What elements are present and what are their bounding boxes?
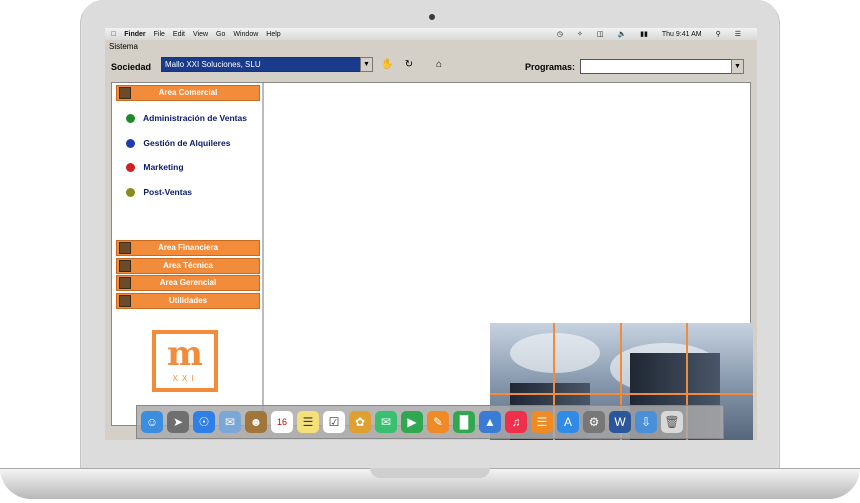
menu-sistema[interactable]: Sistema — [109, 42, 138, 51]
finder-icon[interactable]: ☺ — [141, 411, 163, 433]
sociedad-label: Sociedad — [111, 62, 152, 72]
music-icon[interactable]: ♫ — [505, 411, 527, 433]
area-label: Area Técnica — [163, 261, 213, 270]
cloud — [510, 333, 600, 373]
menu-file[interactable]: File — [154, 31, 165, 38]
sociedad-select[interactable]: Mallo XXI Soluciones, SLU — [161, 57, 373, 72]
refresh-icon[interactable]: ↻ — [403, 59, 415, 71]
programas-label: Programas: — [525, 62, 576, 72]
utilidades-button[interactable]: Utilidades — [116, 293, 260, 309]
sidebar-item-label: Administración de Ventas — [143, 113, 247, 123]
pages-icon[interactable]: ✎ — [427, 411, 449, 433]
sidebar-item-label: Marketing — [143, 162, 184, 172]
dock: ☺ ➤ ☉ ✉ ☻ 16 ☰ ☑ ✿ ✉ ▶ ✎ █ ▲ ♫ ☰ A ⚙ W ⇩… — [136, 405, 724, 439]
area-financiera-button[interactable]: Area Financiera — [116, 240, 260, 256]
apple-icon[interactable]:  — [111, 31, 116, 38]
grid-line — [490, 393, 753, 395]
logo-letter: m — [167, 334, 203, 374]
books-icon[interactable]: ☰ — [531, 411, 553, 433]
messages-icon[interactable]: ✉ — [375, 411, 397, 433]
area-label: Utilidades — [168, 296, 208, 305]
area-gerencial-button[interactable]: Area Gerencial — [116, 275, 260, 291]
time-machine-icon[interactable]: ◷ — [557, 30, 563, 38]
volume-icon[interactable]: 🔈 — [617, 30, 626, 38]
sidebar-item-label: Post-Ventas — [143, 187, 193, 197]
menu-window[interactable]: Window — [233, 31, 258, 38]
sidebar-item-ventas[interactable]: Administración de Ventas — [126, 113, 247, 124]
company-logo: m XXI — [152, 330, 218, 392]
menubar-status: ◷ ✧ ◫ 🔈 ▮▮ Thu 9:41 AM ⚲ ☰ — [557, 28, 749, 40]
hand-icon[interactable]: ✋ — [381, 59, 393, 71]
sidebar-item-alquileres[interactable]: Gestión de Alquileres — [126, 138, 231, 149]
menu-view[interactable]: View — [193, 31, 208, 38]
photos-icon[interactable]: ✿ — [349, 411, 371, 433]
menu-edit[interactable]: Edit — [173, 31, 185, 38]
area-comercial-button[interactable]: Area Comercial — [116, 85, 260, 101]
area-tecnica-button[interactable]: Area Técnica — [116, 258, 260, 274]
diamond-icon — [126, 188, 135, 198]
notes-icon[interactable]: ☰ — [297, 411, 319, 433]
trash-icon[interactable]: 🗑 — [661, 411, 683, 433]
settings-icon[interactable]: ⚙ — [583, 411, 605, 433]
sidebar-item-label: Gestión de Alquileres — [143, 138, 231, 148]
menu-list-icon[interactable]: ☰ — [735, 30, 741, 38]
mac-menubar:  Finder File Edit View Go Window Help ◷… — [105, 28, 757, 40]
menu-go[interactable]: Go — [216, 31, 225, 38]
logo-subtitle: XXI — [172, 374, 198, 383]
programas-select[interactable] — [580, 59, 744, 74]
laptop-notch — [370, 468, 490, 478]
search-icon[interactable]: ⚲ — [716, 30, 721, 38]
numbers-icon[interactable]: █ — [453, 411, 475, 433]
sidebar-item-postventas[interactable]: Post-Ventas — [126, 187, 193, 198]
bluetooth-icon[interactable]: ✧ — [577, 30, 583, 38]
mail-icon[interactable]: ✉ — [219, 411, 241, 433]
area-label: Area Gerencial — [159, 278, 217, 287]
area-label: Area Comercial — [158, 88, 218, 97]
chevron-down-icon[interactable]: ▼ — [360, 57, 373, 72]
diamond-icon — [126, 139, 135, 149]
chevron-down-icon[interactable]: ▼ — [731, 59, 744, 74]
briefcase-icon — [119, 87, 131, 99]
menu-finder[interactable]: Finder — [124, 31, 145, 38]
utilities-icon — [119, 295, 131, 307]
camera-icon — [429, 14, 435, 20]
sidebar-item-marketing[interactable]: Marketing — [126, 162, 184, 173]
downloads-icon[interactable]: ⇩ — [635, 411, 657, 433]
area-label: Area Financiera — [157, 243, 219, 252]
sidebar: Area Comercial Administración de Ventas … — [112, 83, 264, 425]
wifi-icon[interactable]: ◫ — [597, 30, 604, 38]
diamond-icon — [126, 114, 135, 124]
clock[interactable]: Thu 9:41 AM — [662, 31, 702, 38]
money-icon — [119, 242, 131, 254]
word-icon[interactable]: W — [609, 411, 631, 433]
chart-icon — [119, 277, 131, 289]
menu-help[interactable]: Help — [266, 31, 280, 38]
contacts-icon[interactable]: ☻ — [245, 411, 267, 433]
appstore-icon[interactable]: A — [557, 411, 579, 433]
battery-icon[interactable]: ▮▮ — [640, 30, 648, 38]
home-icon[interactable]: ⌂ — [433, 59, 445, 71]
reminders-icon[interactable]: ☑ — [323, 411, 345, 433]
launchpad-icon[interactable]: ➤ — [167, 411, 189, 433]
main-content: Area Comercial Administración de Ventas … — [111, 82, 753, 440]
tools-icon — [119, 260, 131, 272]
diamond-icon — [126, 163, 135, 173]
keynote-icon[interactable]: ▲ — [479, 411, 501, 433]
safari-icon[interactable]: ☉ — [193, 411, 215, 433]
calendar-icon[interactable]: 16 — [271, 411, 293, 433]
screen:  Finder File Edit View Go Window Help ◷… — [105, 28, 757, 440]
facetime-icon[interactable]: ▶ — [401, 411, 423, 433]
